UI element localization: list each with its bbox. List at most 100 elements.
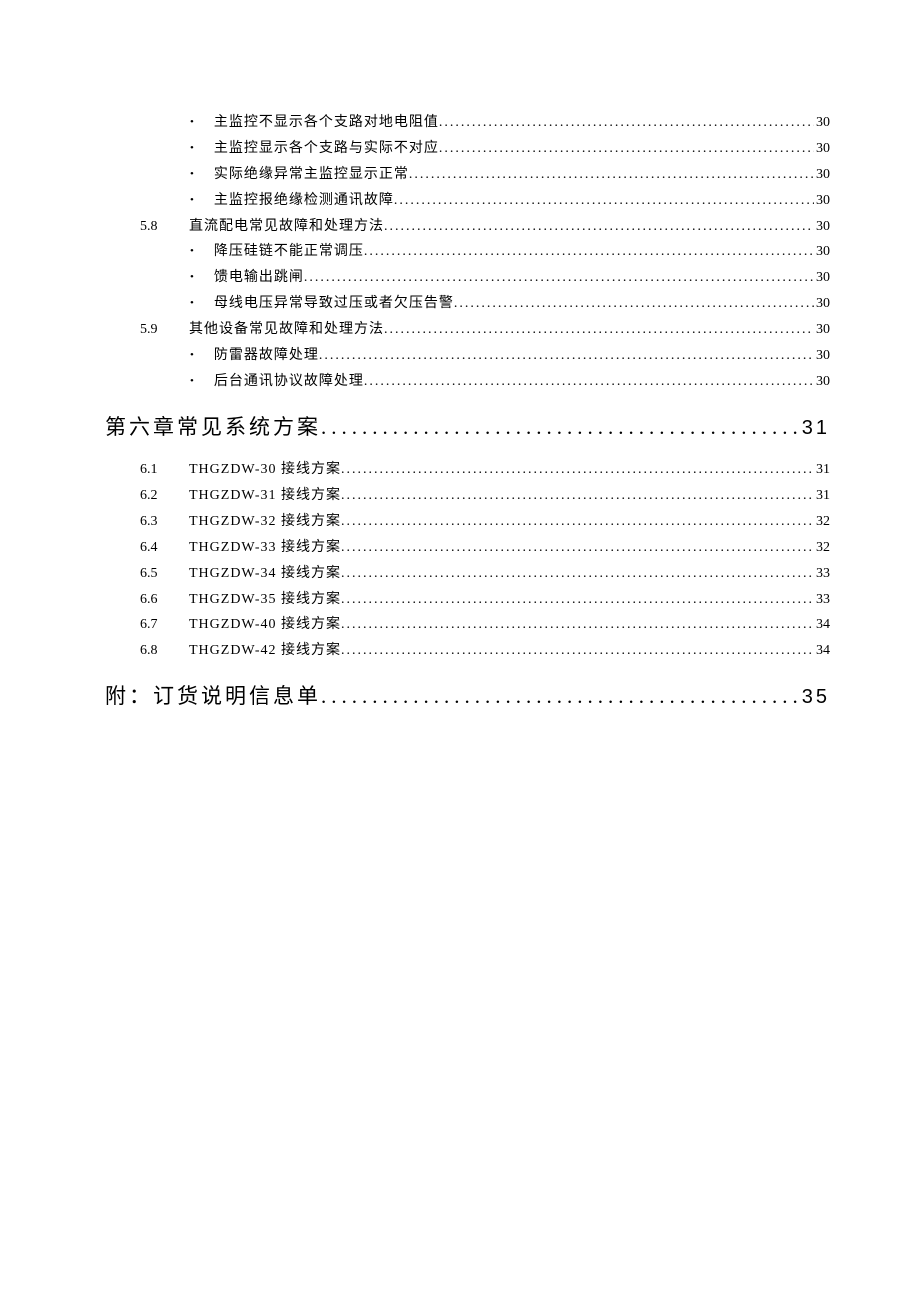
toc-page-number: 34 [814,612,830,638]
toc-section-number: 5.8 [140,214,175,240]
toc-page-number: 35 [800,674,830,720]
toc-section-number: 6.8 [140,638,175,664]
toc-title: 实际绝缘异常主监控显示正常 [214,162,409,188]
toc-leader-dots [454,291,814,317]
toc-leader-dots [384,317,814,343]
toc-title: THGZDW-32 接线方案 [189,509,341,535]
toc-entry[interactable]: 5.9 其他设备常见故障和处理方法 30 [105,317,830,343]
bullet-icon: • [190,190,194,210]
toc-page-number: 30 [814,369,830,395]
bullet-icon: • [190,345,194,365]
toc-entry[interactable]: • 后台通讯协议故障处理 30 [105,369,830,395]
toc-section-number: 6.5 [140,561,175,587]
toc-entry[interactable]: • 主监控显示各个支路与实际不对应 30 [105,136,830,162]
toc-page-number: 32 [814,535,830,561]
toc-title: THGZDW-34 接线方案 [189,561,341,587]
toc-title: THGZDW-42 接线方案 [189,638,341,664]
toc-title: 主监控报绝缘检测通讯故障 [214,188,394,214]
toc-page-number: 31 [800,405,830,451]
toc-leader-dots [341,638,814,664]
toc-entry[interactable]: • 主监控不显示各个支路对地电阻值 30 [105,110,830,136]
toc-page-number: 30 [814,188,830,214]
toc-title: 直流配电常见故障和处理方法 [189,214,384,240]
toc-entry[interactable]: 第六章常见系统方案 31 [105,403,830,451]
toc-title: 后台通讯协议故障处理 [214,369,364,395]
toc-entry[interactable]: 5.8 直流配电常见故障和处理方法 30 [105,214,830,240]
toc-page-number: 33 [814,561,830,587]
toc-title: THGZDW-33 接线方案 [189,535,341,561]
toc-page-number: 32 [814,509,830,535]
toc-entry[interactable]: • 母线电压异常导致过压或者欠压告警 30 [105,291,830,317]
toc-page-number: 33 [814,587,830,613]
toc-section-number: 5.9 [140,317,175,343]
toc-section-number: 6.7 [140,612,175,638]
bullet-icon: • [190,267,194,287]
bullet-icon: • [190,164,194,184]
toc-page-number: 30 [814,110,830,136]
toc-page-number: 30 [814,291,830,317]
toc-page-number: 30 [814,343,830,369]
toc-entry[interactable]: • 馈电输出跳闸 30 [105,265,830,291]
toc-leader-dots [384,214,814,240]
toc-page-number: 30 [814,214,830,240]
toc-leader-dots [364,369,814,395]
toc-page-number: 30 [814,239,830,265]
toc-title: THGZDW-30 接线方案 [189,457,341,483]
toc-entry[interactable]: 6.7 THGZDW-40 接线方案 34 [105,612,830,638]
toc-page-number: 30 [814,136,830,162]
toc-leader-dots [321,672,800,720]
toc-leader-dots [341,483,814,509]
bullet-icon: • [190,112,194,132]
toc-leader-dots [319,343,814,369]
toc-entry[interactable]: • 主监控报绝缘检测通讯故障 30 [105,188,830,214]
toc-entry[interactable]: 附：订货说明信息单 35 [105,672,830,720]
toc-leader-dots [341,535,814,561]
toc-entry[interactable]: • 降压硅链不能正常调压 30 [105,239,830,265]
toc-page-number: 30 [814,265,830,291]
toc-leader-dots [439,136,814,162]
toc-leader-dots [409,162,814,188]
toc-entry[interactable]: • 实际绝缘异常主监控显示正常 30 [105,162,830,188]
toc-title: THGZDW-35 接线方案 [189,587,341,613]
toc-section-number: 6.4 [140,535,175,561]
toc-page-number: 34 [814,638,830,664]
bullet-icon: • [190,138,194,158]
toc-entry[interactable]: 6.8 THGZDW-42 接线方案 34 [105,638,830,664]
toc-leader-dots [394,188,814,214]
toc-entry[interactable]: 6.6 THGZDW-35 接线方案 33 [105,587,830,613]
toc-entry[interactable]: 6.2THGZDW-31 接线方案31 [105,483,830,509]
bullet-icon: • [190,293,194,313]
toc-title: 第六章常见系统方案 [105,403,321,451]
toc-title: THGZDW-40 接线方案 [189,612,341,638]
table-of-contents: • 主监控不显示各个支路对地电阻值 30 • 主监控显示各个支路与实际不对应 30 • 实际绝… [105,110,830,721]
toc-leader-dots [341,561,814,587]
toc-leader-dots [364,239,814,265]
toc-page-number: 30 [814,162,830,188]
toc-title: THGZDW-31 接线方案 [189,483,341,509]
toc-section-number: 6.3 [140,509,175,535]
toc-entry[interactable]: 6.4 THGZDW-33 接线方案 32 [105,535,830,561]
toc-title: 馈电输出跳闸 [214,265,304,291]
toc-title: 附：订货说明信息单 [105,672,321,720]
toc-entry[interactable]: 6.5 THGZDW-34 接线方案 33 [105,561,830,587]
toc-title: 主监控不显示各个支路对地电阻值 [214,110,439,136]
toc-title: 降压硅链不能正常调压 [214,239,364,265]
toc-entry[interactable]: 6.3 THGZDW-32 接线方案 32 [105,509,830,535]
toc-title: 主监控显示各个支路与实际不对应 [214,136,439,162]
toc-leader-dots [321,403,800,451]
toc-leader-dots [304,265,814,291]
toc-page-number: 30 [814,317,830,343]
toc-leader-dots [341,587,814,613]
toc-section-number: 6.6 [140,587,175,613]
toc-title: 其他设备常见故障和处理方法 [189,317,384,343]
toc-entry[interactable]: • 防雷器故障处理 30 [105,343,830,369]
toc-title: 母线电压异常导致过压或者欠压告警 [214,291,454,317]
toc-leader-dots [439,110,814,136]
bullet-icon: • [190,241,194,261]
toc-leader-dots [341,457,814,483]
bullet-icon: • [190,371,194,391]
toc-entry[interactable]: 6.1THGZDW-30 接线方案31 [105,457,830,483]
toc-leader-dots [341,612,814,638]
toc-title: 防雷器故障处理 [214,343,319,369]
toc-page-number: 31 [814,457,830,483]
